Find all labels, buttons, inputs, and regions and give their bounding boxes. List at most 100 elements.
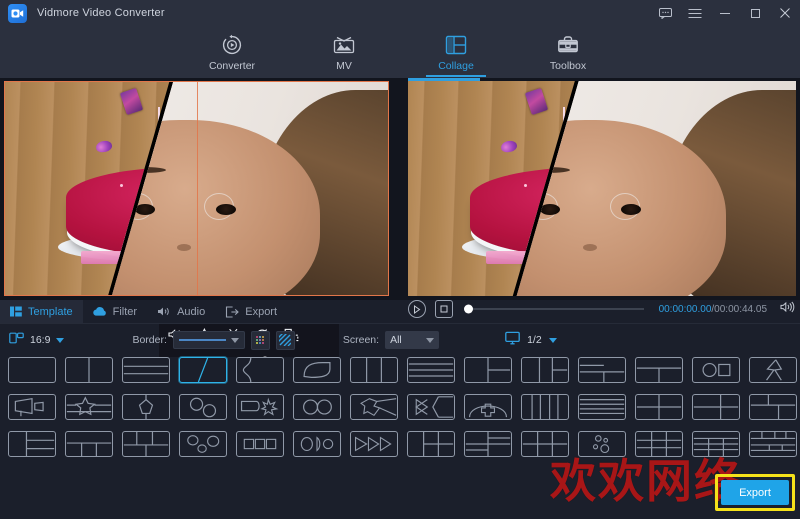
template-tile-two-circles[interactable] bbox=[179, 394, 227, 420]
aspect-ratio-control[interactable]: 16:9 bbox=[9, 331, 65, 350]
tab-template[interactable]: Template bbox=[0, 300, 83, 323]
template-tile-one-over-two[interactable] bbox=[635, 357, 683, 383]
nav-label-toolbox: Toolbox bbox=[549, 59, 587, 72]
tab-audio[interactable]: Audio bbox=[147, 300, 215, 323]
template-tile-curve-cut-left[interactable] bbox=[236, 357, 284, 383]
audio-icon bbox=[157, 306, 171, 317]
tab-export[interactable]: Export bbox=[215, 300, 287, 323]
collage-composition bbox=[4, 81, 389, 296]
screen-label: Screen: bbox=[342, 334, 380, 346]
template-tile-pentagon-center[interactable] bbox=[122, 394, 170, 420]
template-tile-grid-mixed-3[interactable] bbox=[749, 431, 797, 457]
playback-knob[interactable] bbox=[464, 304, 473, 314]
border-style-select[interactable] bbox=[172, 331, 245, 349]
border-label: Border: bbox=[132, 334, 167, 346]
nav-item-toolbox[interactable]: Toolbox bbox=[531, 27, 605, 77]
border-control: Border: bbox=[132, 330, 295, 350]
screen-control: Screen: All bbox=[342, 331, 440, 349]
nav-label-mv: MV bbox=[336, 59, 352, 72]
playback-progress-track[interactable] bbox=[464, 304, 644, 314]
template-tile-double-circle[interactable] bbox=[293, 394, 341, 420]
tab-label-template: Template bbox=[28, 305, 73, 318]
nav-item-mv[interactable]: MV bbox=[307, 27, 381, 77]
aspect-ratio-value: 16:9 bbox=[30, 334, 51, 346]
template-tile-two-plus-two[interactable] bbox=[521, 357, 569, 383]
current-time: 00:00:00.00 bbox=[658, 303, 712, 315]
template-tile-circle-square[interactable] bbox=[692, 357, 740, 383]
template-tile-split-3-vertical[interactable] bbox=[350, 357, 398, 383]
template-tile-grid-mixed[interactable] bbox=[65, 431, 113, 457]
template-tile-split-5-rows[interactable] bbox=[578, 394, 626, 420]
app-logo-icon bbox=[8, 3, 27, 23]
player-volume-icon[interactable] bbox=[780, 300, 796, 318]
preview-composition bbox=[408, 81, 796, 296]
template-tile-two-over-two[interactable] bbox=[749, 394, 797, 420]
template-tile-grid-rows-cols[interactable] bbox=[692, 431, 740, 457]
page-chevron-down-icon[interactable] bbox=[548, 337, 557, 343]
page-value: 1/2 bbox=[527, 334, 542, 346]
menu-icon[interactable] bbox=[680, 0, 710, 26]
template-tile-bowtie-arrow[interactable] bbox=[407, 394, 455, 420]
template-tile-split-4-horizontal[interactable] bbox=[407, 357, 455, 383]
template-tile-left-plus-rows[interactable] bbox=[8, 431, 56, 457]
template-tile-split-2-vertical[interactable] bbox=[65, 357, 113, 383]
screen-select[interactable]: All bbox=[385, 331, 440, 349]
template-tile-grid-3x2[interactable] bbox=[521, 431, 569, 457]
template-tile-flag-sun[interactable] bbox=[236, 394, 284, 420]
template-tile-split-2-horizontal[interactable] bbox=[122, 357, 170, 383]
template-tile-oval-triangle-oval[interactable] bbox=[293, 431, 341, 457]
template-tile-clover-split[interactable] bbox=[350, 394, 398, 420]
template-tile-megaphone[interactable] bbox=[8, 394, 56, 420]
template-tile-three-ovals[interactable] bbox=[179, 431, 227, 457]
pattern-icon[interactable] bbox=[275, 330, 295, 350]
aspect-ratio-icon bbox=[9, 331, 24, 350]
export-icon bbox=[225, 305, 240, 318]
template-tile-diagonal-split[interactable] bbox=[179, 357, 227, 383]
template-tile-split-4-columns[interactable] bbox=[521, 394, 569, 420]
aspect-ratio-chevron-down-icon[interactable] bbox=[56, 337, 65, 343]
template-options-bar: 16:9 Border: Screen: All 1/2 bbox=[0, 324, 800, 356]
template-tile-three-squares[interactable] bbox=[236, 431, 284, 457]
toolbox-icon bbox=[557, 33, 579, 57]
screen-chevron-down-icon[interactable] bbox=[426, 337, 435, 343]
template-tile-two-plus-one-left[interactable] bbox=[464, 357, 512, 383]
template-tile-star-banner[interactable] bbox=[65, 394, 113, 420]
play-button[interactable] bbox=[408, 300, 426, 318]
monitor-icon bbox=[505, 331, 520, 350]
template-tile-three-top-two-bottom[interactable] bbox=[122, 431, 170, 457]
export-button[interactable]: Export bbox=[721, 480, 789, 505]
template-tile-bubbles[interactable] bbox=[578, 431, 626, 457]
tab-label-audio: Audio bbox=[177, 305, 206, 318]
template-tile-three-uneven-right[interactable] bbox=[692, 394, 740, 420]
video-preview-panel[interactable] bbox=[408, 81, 796, 296]
maximize-icon[interactable] bbox=[740, 0, 770, 26]
nav-item-collage[interactable]: Collage bbox=[419, 27, 493, 77]
tab-filter[interactable]: Filter bbox=[83, 300, 147, 323]
template-tile-lightning-split[interactable] bbox=[749, 357, 797, 383]
border-chevron-down-icon[interactable] bbox=[230, 337, 239, 343]
player-controls: 00:00:00.00/00:00:44.05 bbox=[408, 295, 800, 323]
template-tile-grid-mixed-2[interactable] bbox=[464, 431, 512, 457]
color-picker-icon[interactable] bbox=[250, 330, 270, 350]
main-navigation: Converter MV Collage Toolbox bbox=[0, 26, 800, 78]
stop-button[interactable] bbox=[435, 300, 453, 318]
template-tile-arch-cross[interactable] bbox=[464, 394, 512, 420]
nav-item-converter[interactable]: Converter bbox=[195, 27, 269, 77]
template-tile-single[interactable] bbox=[8, 357, 56, 383]
app-title: Vidmore Video Converter bbox=[37, 7, 165, 19]
feedback-icon[interactable] bbox=[650, 0, 680, 26]
close-icon[interactable] bbox=[770, 0, 800, 26]
minimize-icon[interactable] bbox=[710, 0, 740, 26]
window-controls bbox=[650, 0, 800, 26]
template-tile-rounded-shape[interactable] bbox=[293, 357, 341, 383]
screen-value: All bbox=[390, 334, 402, 346]
collage-edit-panel[interactable] bbox=[4, 81, 389, 296]
template-tile-three-uneven[interactable] bbox=[578, 357, 626, 383]
page-control: 1/2 bbox=[505, 331, 557, 350]
nav-label-collage: Collage bbox=[438, 59, 474, 72]
template-tile-grid-2x2[interactable] bbox=[635, 394, 683, 420]
tab-label-export: Export bbox=[245, 305, 278, 318]
template-tile-grid-3x3[interactable] bbox=[635, 431, 683, 457]
template-tile-arrow-chevrons[interactable] bbox=[350, 431, 398, 457]
template-tile-grid-2x3[interactable] bbox=[407, 431, 455, 457]
